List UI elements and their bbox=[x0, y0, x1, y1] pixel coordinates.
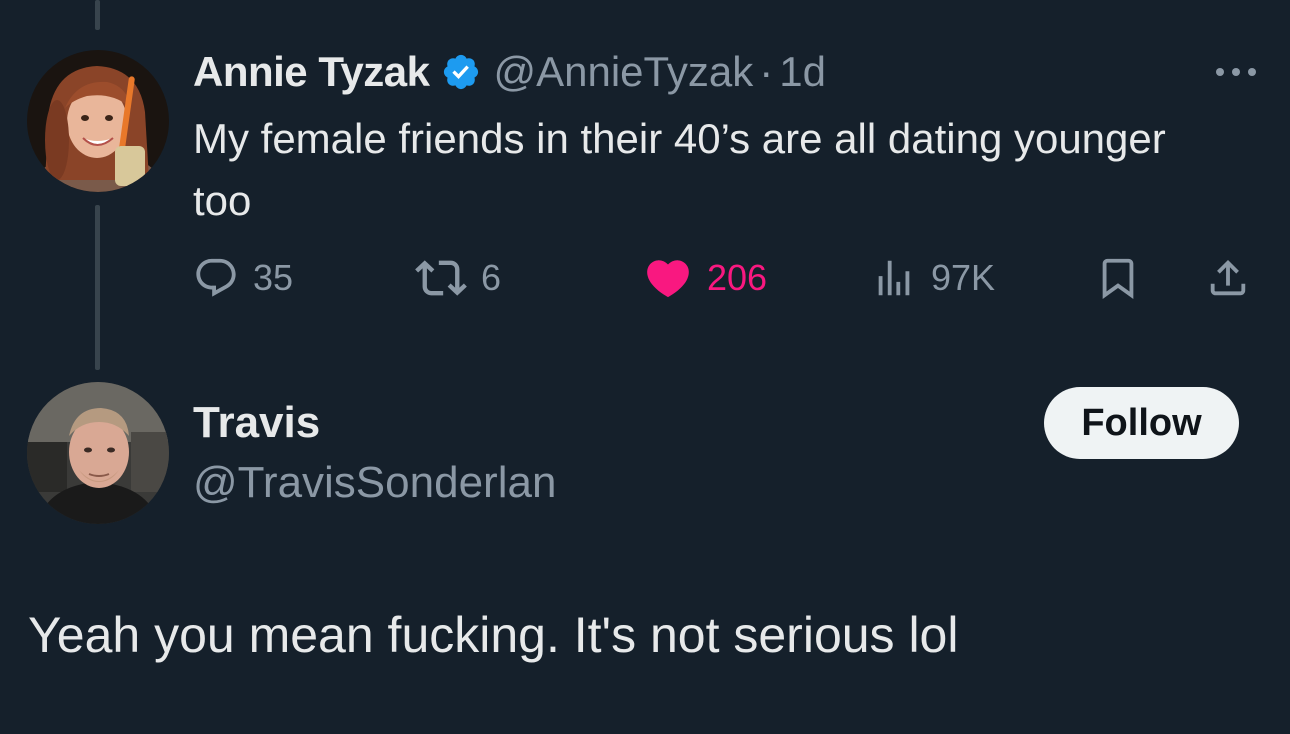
thread-line-top bbox=[95, 0, 100, 30]
tweet-header: Annie Tyzak @AnnieTyzak · 1d bbox=[193, 44, 826, 100]
reply-button[interactable]: 35 bbox=[193, 252, 293, 304]
bookmark-button[interactable] bbox=[1095, 252, 1141, 304]
reply-author-name[interactable]: Travis bbox=[193, 398, 320, 448]
retweet-icon bbox=[415, 260, 467, 296]
like-button[interactable]: 206 bbox=[643, 252, 767, 304]
bookmark-icon bbox=[1102, 258, 1134, 299]
follow-button[interactable]: Follow bbox=[1044, 387, 1239, 459]
reply-icon bbox=[196, 258, 236, 297]
verified-badge-icon bbox=[444, 54, 479, 90]
avatar-image bbox=[27, 50, 169, 192]
share-icon bbox=[1210, 259, 1246, 296]
tweet-timestamp[interactable]: 1d bbox=[779, 48, 826, 96]
reply-text: Yeah you mean fucking. It's not serious … bbox=[28, 607, 959, 663]
views-count: 97K bbox=[931, 257, 996, 298]
reply-count: 35 bbox=[253, 257, 294, 298]
retweet-button[interactable]: 6 bbox=[415, 252, 501, 304]
heart-filled-icon bbox=[647, 260, 689, 298]
more-horizontal-icon[interactable] bbox=[1212, 62, 1260, 82]
reply-author-handle[interactable]: @TravisSonderlan bbox=[193, 458, 556, 508]
avatar-image bbox=[27, 382, 169, 524]
separator-dot: · bbox=[759, 48, 774, 95]
tweet-text: My female friends in their 40’s are all … bbox=[193, 115, 1166, 224]
share-button[interactable] bbox=[1205, 252, 1251, 304]
thread-line bbox=[95, 205, 100, 370]
like-count: 206 bbox=[707, 257, 768, 298]
analytics-icon bbox=[878, 260, 910, 296]
author-handle[interactable]: @AnnieTyzak bbox=[493, 48, 753, 96]
author-avatar[interactable] bbox=[27, 50, 169, 192]
reply-author-avatar[interactable] bbox=[27, 382, 169, 524]
tweet-actions: 35 6 206 97K bbox=[193, 252, 1263, 304]
retweet-count: 6 bbox=[481, 257, 502, 298]
views-button[interactable]: 97K bbox=[871, 252, 995, 304]
author-name[interactable]: Annie Tyzak bbox=[193, 48, 430, 96]
